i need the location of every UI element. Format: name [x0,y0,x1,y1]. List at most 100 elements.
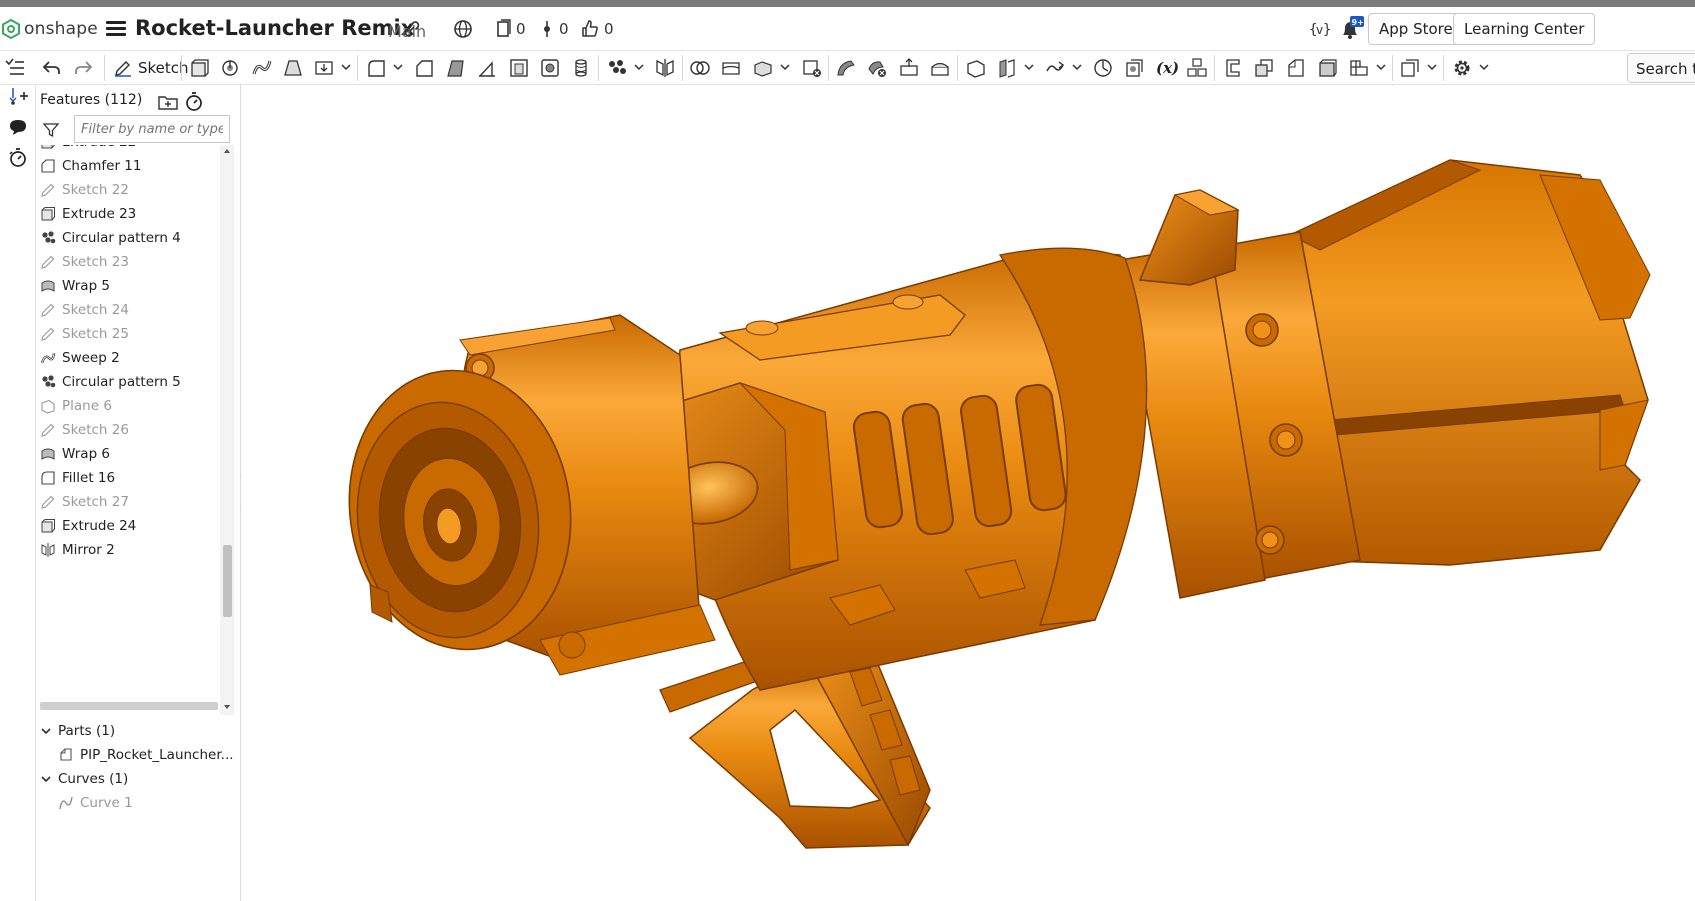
document-menu-button[interactable] [106,19,126,39]
learning-center-button[interactable]: Learning Center [1453,13,1596,45]
sketch-button[interactable]: Sketch [114,56,189,80]
feature-list-icon[interactable] [4,57,26,79]
frame-icon[interactable] [1399,57,1421,79]
part-item[interactable]: PIP_Rocket_Launcher... [58,743,234,767]
chamfer-icon[interactable] [413,57,435,79]
app-store-button[interactable]: App Store [1368,13,1464,45]
hole-icon[interactable] [539,57,561,79]
rollback-timer-icon[interactable] [183,91,205,113]
plane-dropdown-chevron-down-icon[interactable] [1023,60,1035,74]
curve-item[interactable]: Curve 1 [58,791,133,815]
feature-list-horizontal-scrollbar[interactable] [40,702,218,710]
scroll-down-icon[interactable] [223,703,231,711]
replace-face-icon[interactable] [929,57,951,79]
helix-icon[interactable] [1044,57,1066,79]
feature-item[interactable]: Extrude 23 [40,202,220,226]
feature-item[interactable]: Chamfer 11 [40,154,220,178]
sketch-icon [41,303,55,317]
filter-funnel-icon[interactable] [42,121,60,139]
variable-icon[interactable]: (x) [1155,57,1181,79]
delete-part-icon[interactable] [801,57,823,79]
frame-dropdown-chevron-down-icon[interactable] [1426,60,1438,74]
undo-icon[interactable] [41,57,63,79]
transform-dropdown-chevron-down-icon[interactable] [779,60,791,74]
revolve-icon[interactable] [219,57,241,79]
feature-item[interactable]: Fillet 16 [40,466,220,490]
mirror-icon[interactable] [654,57,676,79]
onshape-logo[interactable]: onshape [2,17,98,41]
versions-icon[interactable] [494,19,514,39]
feature-item[interactable]: Plane 6 [40,394,220,418]
extrude-icon[interactable] [188,57,210,79]
rib-icon[interactable] [476,57,498,79]
top-sight[interactable] [1138,189,1240,286]
notifications-icon[interactable]: 9+ [1339,15,1365,41]
history-icon[interactable] [7,147,29,169]
pattern-icon[interactable] [606,57,628,79]
curve-dropdown-chevron-down-icon[interactable] [1071,60,1083,74]
curves-section-header[interactable]: Curves (1) [40,767,128,791]
like-icon[interactable] [580,19,600,39]
filter-features-input[interactable] [74,115,230,143]
sheet-metal-flange-icon[interactable] [1253,57,1275,79]
redo-icon[interactable] [72,57,94,79]
plane-icon[interactable] [965,57,987,79]
loft-icon[interactable] [282,57,304,79]
globe-icon[interactable] [453,19,473,39]
sheet-metal-icon[interactable] [1222,57,1244,79]
pattern-dropdown-chevron-down-icon[interactable] [633,60,645,74]
feature-item[interactable]: Sweep 2 [40,346,220,370]
feature-item[interactable]: Sketch 25 [40,322,220,346]
sheet-metal-table-icon[interactable] [1348,57,1370,79]
feature-item[interactable]: Circular pattern 4 [40,226,220,250]
measure-icon[interactable] [1092,57,1114,79]
thicken-icon[interactable] [313,57,335,79]
move-face-icon[interactable] [898,57,920,79]
feature-list-vertical-scrollbar[interactable] [220,145,234,715]
gear-icon[interactable] [1451,57,1473,79]
parts-section-header[interactable]: Parts (1) [40,719,115,743]
section-view-icon[interactable] [1123,57,1145,79]
cosmetic-thread-icon[interactable] [570,57,592,79]
feature-item[interactable]: Sketch 22 [40,178,220,202]
feature-item[interactable]: Wrap 5 [40,274,220,298]
transform-icon[interactable] [752,57,774,79]
sweep-icon[interactable] [251,57,273,79]
draft-icon[interactable] [445,57,467,79]
feature-item[interactable]: Sketch 23 [40,250,220,274]
delete-face-icon[interactable] [866,57,888,79]
modify-fillet-icon[interactable] [835,57,857,79]
feature-item[interactable]: Sketch 27 [40,490,220,514]
feature-item[interactable]: Wrap 6 [40,442,220,466]
feature-list-scroll-thumb[interactable] [223,545,232,617]
mate-connector-icon[interactable] [996,57,1018,79]
feature-item[interactable]: Mirror 2 [40,538,220,562]
graphics-viewport[interactable] [242,85,1695,901]
comments-icon[interactable] [7,116,29,138]
sheet-metal-tab-icon[interactable] [1285,57,1307,79]
sheet-metal-dropdown-chevron-down-icon[interactable] [1375,60,1387,74]
insert-icon[interactable] [7,85,29,107]
branch-icon[interactable] [537,19,557,39]
feature-item[interactable]: Sketch 24 [40,298,220,322]
fillet-dropdown-chevron-down-icon[interactable] [392,60,404,74]
split-icon[interactable] [720,57,742,79]
document-title[interactable]: Rocket-Launcher Remix [135,16,414,40]
gear-dropdown-chevron-down-icon[interactable] [1478,60,1490,74]
sheet-metal-corner-icon[interactable] [1316,57,1338,79]
feature-item[interactable]: Extrude 22 [40,145,220,154]
feature-item[interactable]: Extrude 24 [40,514,220,538]
search-tools-input[interactable]: Search to [1627,53,1695,83]
link-icon[interactable] [402,19,422,39]
add-folder-icon[interactable] [157,91,179,113]
scroll-up-icon[interactable] [223,147,231,155]
rocket-launcher-model[interactable] [242,85,1695,901]
fillet-icon[interactable] [365,57,387,79]
feature-item[interactable]: Sketch 26 [40,418,220,442]
custom-features-icon[interactable] [1186,57,1208,79]
variable-studio-icon[interactable]: { v } [1308,19,1332,39]
shell-icon[interactable] [508,57,530,79]
thicken-dropdown-chevron-down-icon[interactable] [340,60,352,74]
boolean-icon[interactable] [689,57,711,79]
feature-item[interactable]: Circular pattern 5 [40,370,220,394]
